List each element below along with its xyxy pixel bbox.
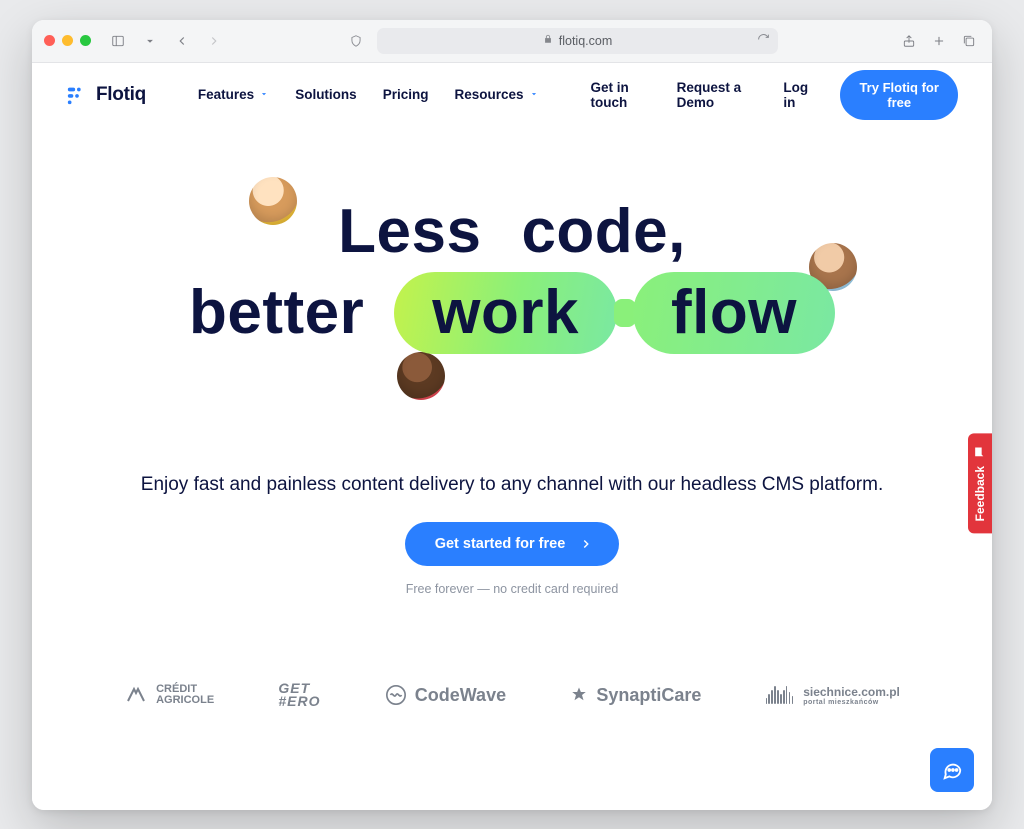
hero-section: Less code, better work flow Enjoy fast a… [32, 127, 992, 596]
flotiq-logo-icon [66, 84, 88, 106]
nav-log-in[interactable]: Log in [783, 80, 814, 110]
forward-button[interactable] [203, 30, 225, 52]
url-text: flotiq.com [559, 34, 613, 48]
codewave-icon [385, 684, 407, 706]
highlight-pill: work flow [394, 272, 835, 354]
synapticare-icon [570, 686, 588, 704]
logo-credit-agricole: CRÉDIT AGRICOLE [124, 684, 214, 706]
browser-window: flotiq.com [32, 20, 992, 810]
feedback-icon [974, 445, 987, 458]
siechnice-icon [766, 686, 794, 704]
share-button[interactable] [898, 30, 920, 52]
close-window-button[interactable] [44, 35, 55, 46]
nav-request-demo[interactable]: Request a Demo [677, 80, 758, 110]
nav-solutions[interactable]: Solutions [295, 87, 357, 102]
chat-widget-button[interactable] [930, 748, 974, 792]
feedback-tab[interactable]: Feedback [968, 433, 992, 533]
hero-subhead: Enjoy fast and painless content delivery… [32, 474, 992, 496]
nav-get-in-touch[interactable]: Get in touch [591, 80, 651, 110]
privacy-shield-icon[interactable] [345, 30, 367, 52]
tab-dropdown-button[interactable] [139, 30, 161, 52]
maximize-window-button[interactable] [80, 35, 91, 46]
logo-codewave: CodeWave [385, 684, 506, 706]
back-button[interactable] [171, 30, 193, 52]
brand-logo[interactable]: Flotiq [66, 84, 146, 106]
avatar-image [397, 352, 445, 400]
sidebar-toggle-button[interactable] [107, 30, 129, 52]
page-content: Flotiq Features Solutions Pricing Resour… [32, 63, 992, 810]
arrow-right-icon [579, 537, 593, 551]
minimize-window-button[interactable] [62, 35, 73, 46]
chat-icon [941, 759, 963, 781]
logo-siechnice: siechnice.com.pl portal mieszkańców [766, 685, 900, 706]
new-tab-button[interactable] [928, 30, 950, 52]
address-bar[interactable]: flotiq.com [377, 28, 778, 54]
try-free-button[interactable]: Try Flotiq for free [840, 70, 958, 120]
brand-name: Flotiq [96, 84, 146, 106]
customer-logo-strip: CRÉDIT AGRICOLE GET #ERO CodeWave S [32, 682, 992, 709]
reload-button[interactable] [757, 33, 770, 49]
browser-toolbar: flotiq.com [32, 20, 992, 63]
chevron-down-icon [529, 87, 539, 102]
logo-gethero: GET #ERO [278, 682, 320, 709]
window-controls [44, 35, 91, 46]
get-started-button[interactable]: Get started for free [405, 522, 620, 566]
nav-pricing[interactable]: Pricing [383, 87, 429, 102]
nav-resources[interactable]: Resources [454, 87, 538, 102]
hero-fineprint: Free forever — no credit card required [32, 582, 992, 596]
chevron-down-icon [259, 87, 269, 102]
logo-synapticare: SynaptiCare [570, 685, 701, 706]
nav-features[interactable]: Features [198, 87, 269, 102]
tab-overview-button[interactable] [958, 30, 980, 52]
lock-icon [543, 34, 553, 47]
hero-headline: Less code, better work flow [189, 197, 835, 354]
site-nav: Flotiq Features Solutions Pricing Resour… [32, 63, 992, 127]
credit-agricole-icon [124, 685, 148, 705]
